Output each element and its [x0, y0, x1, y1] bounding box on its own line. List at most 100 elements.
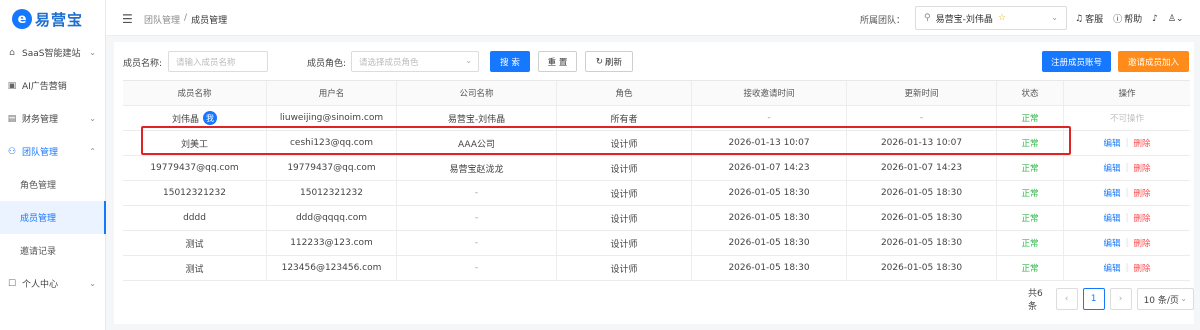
updated-time-cell: 2026-01-07 14:23 — [847, 156, 997, 180]
action-separator: | — [1125, 163, 1129, 173]
table-row: 测试 123456@123456.com - 设计师 2026-01-05 18… — [123, 256, 1190, 281]
username-cell: 15012321232 — [267, 181, 397, 205]
invite-member-button[interactable]: 邀请成员加入 — [1118, 51, 1189, 72]
edit-button[interactable]: 编辑 — [1104, 137, 1121, 149]
column-header: 角色 — [557, 81, 692, 105]
delete-button[interactable]: 删除 — [1133, 262, 1150, 274]
sidebar-item-ai-ads[interactable]: ▣ AI广告营销 — [0, 69, 106, 102]
sidebar-subitem-label: 角色管理 — [20, 181, 57, 191]
sidebar-item-profile[interactable]: ☐ 个人中心 ⌄ — [0, 267, 106, 300]
sidebar-subitem-label: 成员管理 — [20, 214, 57, 224]
edit-button[interactable]: 编辑 — [1104, 162, 1121, 174]
chevron-down-icon: ⌄ — [1051, 13, 1058, 22]
page-size-value: 10 条/页 — [1143, 295, 1179, 306]
sidebar-subitem-invites[interactable]: 邀请记录 — [0, 234, 106, 267]
company-cell: AAA公司 — [397, 131, 557, 155]
ad-icon: ▣ — [7, 80, 17, 91]
sidebar-item-team[interactable]: ⚇ 团队管理 ⌃ — [0, 135, 106, 168]
actions-cell: 编辑 | 删除 — [1064, 256, 1190, 280]
role-cell: 设计师 — [557, 156, 692, 180]
sidebar-subitem-members[interactable]: 成员管理 — [0, 201, 106, 234]
edit-button[interactable]: 编辑 — [1104, 237, 1121, 249]
logo[interactable]: e 易营宝 — [12, 7, 83, 31]
sidebar-subitem-roles[interactable]: 角色管理 — [0, 168, 106, 201]
table-row: 15012321232 15012321232 - 设计师 2026-01-05… — [123, 181, 1190, 206]
next-page-button[interactable]: › — [1109, 288, 1132, 310]
members-table: 成员名称 用户名 公司名称 角色 接收邀请时间 更新时间 状态 操作 刘伟晶 我… — [123, 80, 1190, 281]
member-role-select[interactable]: 请选择成员角色 ⌄ — [351, 51, 479, 72]
profile-icon: ☐ — [7, 278, 17, 289]
reset-button[interactable]: 重 置 — [538, 51, 577, 72]
page-size-select[interactable]: 10 条/页 ⌄ — [1136, 288, 1194, 310]
edit-button[interactable]: 编辑 — [1104, 262, 1121, 274]
column-header: 公司名称 — [397, 81, 557, 105]
table-row: 19779437@qq.com 19779437@qq.com 易营宝赵泷龙 设… — [123, 156, 1190, 181]
action-separator: | — [1125, 238, 1129, 248]
username-cell: liuweijing@sinoim.com — [267, 106, 397, 130]
notification-bell-icon[interactable]: ♪ — [1152, 14, 1158, 24]
member-name-input[interactable]: 请输入成员名称 — [168, 51, 268, 72]
sidebar-item-label: 财务管理 — [22, 115, 59, 125]
accepted-time-cell: 2026-01-13 10:07 — [692, 131, 847, 155]
main-content: 成员名称: 请输入成员名称 成员角色: 请选择成员角色 ⌄ 搜 索 重 置 ↻ … — [114, 42, 1194, 324]
no-action-label: 不可操作 — [1109, 114, 1144, 124]
status-cell: 正常 — [997, 181, 1064, 205]
action-separator: | — [1125, 213, 1129, 223]
prev-page-button[interactable]: ‹ — [1055, 288, 1078, 310]
status-cell: 正常 — [997, 131, 1064, 155]
sidebar-item-label: AI广告营销 — [22, 82, 67, 92]
edit-button[interactable]: 编辑 — [1104, 187, 1121, 199]
action-separator: | — [1125, 138, 1129, 148]
refresh-icon: ↻ — [595, 56, 604, 67]
delete-button[interactable]: 删除 — [1133, 187, 1150, 199]
table-row: 测试 112233@123.com - 设计师 2026-01-05 18:30… — [123, 231, 1190, 256]
delete-button[interactable]: 删除 — [1133, 137, 1150, 149]
sidebar-item-label: 团队管理 — [22, 148, 59, 158]
chevron-down-icon: ⌄ — [465, 56, 472, 65]
table-row: 刘伟晶 我 liuweijing@sinoim.com 易营宝-刘伟晶 所有者 … — [123, 106, 1190, 131]
sidebar-item-saas[interactable]: ⌂ SaaS智能建站 ⌄ — [0, 36, 106, 69]
help-label: 帮助 — [1124, 15, 1143, 25]
home-icon: ⌂ — [9, 47, 15, 58]
search-button[interactable]: 搜 索 — [490, 51, 530, 72]
customer-service-button[interactable]: ♫ 客服 — [1075, 12, 1103, 26]
refresh-button[interactable]: ↻ 刷新 — [585, 51, 633, 72]
delete-button[interactable]: 删除 — [1133, 237, 1150, 249]
chevron-down-icon: ⌄ — [89, 48, 96, 57]
menu-toggle-icon[interactable]: ☰ — [122, 12, 133, 26]
member-role-label: 成员角色: — [307, 59, 347, 69]
delete-button[interactable]: 删除 — [1133, 162, 1150, 174]
actions-cell: 编辑 | 删除 — [1064, 156, 1190, 180]
edit-button[interactable]: 编辑 — [1104, 212, 1121, 224]
team-select[interactable]: ⚲ 易营宝-刘伟晶 ☆ ⌄ — [915, 6, 1067, 30]
accepted-time-cell: 2026-01-05 18:30 — [692, 181, 847, 205]
updated-time-cell: 2026-01-05 18:30 — [847, 231, 997, 255]
sidebar-subitem-label: 邀请记录 — [20, 247, 57, 257]
breadcrumb-item[interactable]: 团队管理 — [144, 13, 180, 26]
chevron-down-icon: ⌄ — [1180, 294, 1187, 303]
updated-time-cell: 2026-01-05 18:30 — [847, 206, 997, 230]
username-cell: 19779437@qq.com — [267, 156, 397, 180]
sidebar-item-finance[interactable]: ▤ 财务管理 ⌄ — [0, 102, 106, 135]
role-cell: 所有者 — [557, 106, 692, 130]
register-member-button[interactable]: 注册成员账号 — [1042, 51, 1111, 72]
brand-name: 易营宝 — [35, 10, 84, 29]
status-badge: 正常 — [1021, 189, 1039, 199]
me-badge: 我 — [203, 111, 217, 125]
member-name-cell: 测试 — [123, 256, 267, 280]
table-header-row: 成员名称 用户名 公司名称 角色 接收邀请时间 更新时间 状态 操作 — [123, 81, 1190, 106]
action-separator: | — [1125, 263, 1129, 273]
help-button[interactable]: ⓘ 帮助 — [1113, 12, 1142, 25]
logo-icon: e — [12, 9, 32, 29]
page-number-button[interactable]: 1 — [1082, 288, 1105, 310]
team-label: 所属团队： — [860, 16, 906, 26]
filter-bar: 成员名称: 请输入成员名称 成员角色: 请选择成员角色 ⌄ 搜 索 重 置 ↻ … — [114, 50, 1194, 74]
user-menu-icon[interactable]: ♙⌄ — [1168, 14, 1184, 24]
accepted-time-cell: 2026-01-05 18:30 — [692, 206, 847, 230]
member-role-placeholder: 请选择成员角色 — [359, 57, 419, 68]
help-icon: ⓘ — [1113, 15, 1123, 25]
delete-button[interactable]: 删除 — [1133, 212, 1150, 224]
actions-cell: 编辑 | 删除 — [1064, 231, 1190, 255]
member-name-cell: dddd — [123, 206, 267, 230]
pagination: 共6条 ‹ 1 › 10 条/页 ⌄ — [1028, 288, 1194, 312]
